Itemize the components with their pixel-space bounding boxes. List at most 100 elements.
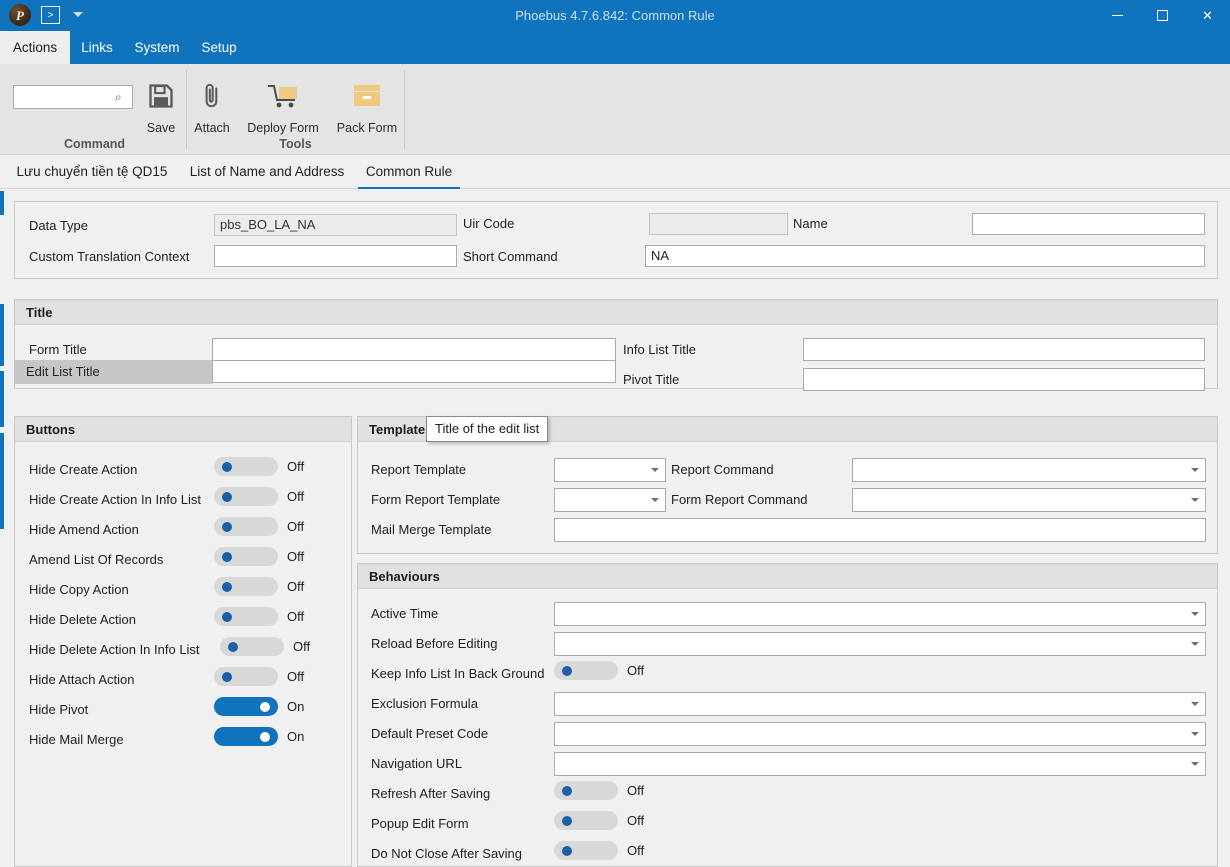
hide-amend-action-label: Hide Amend Action [29,522,139,537]
package-box-icon [329,74,405,118]
refresh-after-saving-state: Off [627,783,645,798]
exclusion-formula-combo[interactable] [554,692,1206,716]
form-report-command-combo[interactable] [852,488,1206,512]
title-bar: P > Phoebus 4.7.6.842: Common Rule ✕ [0,0,1230,31]
left-edge-strips [0,189,4,867]
uir-code-input[interactable] [649,213,788,235]
behaviours-panel-heading: Behaviours [358,564,1217,589]
toggle-knob [222,461,232,472]
hide-delete-action-in-info-list-toggle[interactable]: Off [220,637,310,656]
search-icon: ⌕ [115,90,122,104]
popup-edit-form-toggle[interactable]: Off [554,811,644,830]
hide-amend-action-state: Off [287,519,305,534]
pivot-title-input[interactable] [803,368,1205,391]
toggle-knob [222,581,232,592]
maximize-icon [1157,10,1168,21]
search-input[interactable]: ⌕ [13,85,133,109]
toggle-track [214,487,278,506]
behaviours-panel: Behaviours Active Time Reload Before Edi… [357,563,1218,867]
tab-setup[interactable]: Setup [190,31,248,64]
report-template-label: Report Template [371,462,467,477]
doc-tab-common-rule[interactable]: Common Rule [358,155,460,189]
hide-delete-action-in-info-list-label: Hide Delete Action In Info List [29,642,200,657]
form-title-label: Form Title [29,342,87,357]
mail-merge-template-input[interactable] [554,518,1206,542]
hide-create-action-in-info-list-label: Hide Create Action In Info List [29,492,201,507]
deploy-cart-icon [237,74,329,118]
toggle-track [214,727,278,746]
do-not-close-after-saving-label: Do Not Close After Saving [371,846,523,861]
deploy-form-label: Deploy Form [247,121,319,135]
toggle-knob [222,521,232,532]
toggle-track [554,781,618,800]
buttons-panel: Buttons Hide Create Action Off Hide Crea… [14,416,352,867]
hide-pivot-toggle[interactable]: On [214,697,304,716]
amend-list-of-records-toggle[interactable]: Off [214,547,304,566]
navigation-url-label: Navigation URL [371,756,463,771]
hide-delete-action-in-info-list-state: Off [293,639,311,654]
toggle-track [214,547,278,566]
keep-info-list-in-back-ground-toggle[interactable]: Off [554,661,644,680]
pivot-title-label: Pivot Title [623,372,680,387]
attach-button[interactable]: Attach [187,74,237,135]
hide-copy-action-toggle[interactable]: Off [214,577,304,596]
hide-copy-action-state: Off [287,579,305,594]
hide-delete-action-state: Off [287,609,305,624]
toggle-track [214,667,278,686]
tab-links[interactable]: Links [70,31,124,64]
save-button[interactable]: Save [136,74,186,135]
close-button[interactable]: ✕ [1185,0,1230,31]
form-report-command-label: Form Report Command [671,492,808,507]
hide-pivot-state: On [287,699,305,714]
form-report-template-label: Form Report Template [371,492,501,507]
edit-list-title-input[interactable] [212,360,616,383]
default-preset-code-combo[interactable] [554,722,1206,746]
maximize-button[interactable] [1140,0,1185,31]
navigation-url-combo[interactable] [554,752,1206,776]
info-list-title-input[interactable] [803,338,1205,361]
toggle-knob [260,731,270,742]
hide-create-action-toggle[interactable]: Off [214,457,304,476]
toggle-track [214,577,278,596]
report-template-combo[interactable] [554,458,666,482]
buttons-panel-heading: Buttons [15,417,351,442]
report-command-combo[interactable] [852,458,1206,482]
hide-amend-action-toggle[interactable]: Off [214,517,304,536]
hide-delete-action-label: Hide Delete Action [29,612,136,627]
do-not-close-after-saving-toggle[interactable]: Off [554,841,644,860]
hide-create-action-in-info-list-toggle[interactable]: Off [214,487,304,506]
attach-label: Attach [194,121,230,135]
toggle-knob [222,671,232,682]
ribbon-group-divider-2 [404,70,405,149]
deploy-form-button[interactable]: Deploy Form [237,74,329,135]
data-type-input[interactable]: pbs_BO_LA_NA [214,214,457,236]
reload-before-editing-combo[interactable] [554,632,1206,656]
doc-tab-luu-chuyen-tien-te-qd15[interactable]: Lưu chuyển tiền tệ QD15 [8,155,176,189]
active-time-combo[interactable] [554,602,1206,626]
refresh-after-saving-toggle[interactable]: Off [554,781,644,800]
hide-delete-action-toggle[interactable]: Off [214,607,304,626]
doc-tab-list-of-name-and-address[interactable]: List of Name and Address [180,155,354,189]
name-input[interactable] [972,213,1205,235]
form-report-template-combo[interactable] [554,488,666,512]
tab-system[interactable]: System [124,31,190,64]
minimize-button[interactable] [1095,0,1140,31]
form-title-input[interactable] [212,338,616,361]
tooltip: Title of the edit list [426,416,549,442]
hide-attach-action-toggle[interactable]: Off [214,667,304,686]
title-panel: Title Form Title Info List Title Edit Li… [14,299,1218,391]
save-icon [136,74,186,118]
hide-mail-merge-label: Hide Mail Merge [29,732,124,747]
ribbon-tab-bar: Actions Links System Setup ⌃ ? [0,31,1230,88]
hide-copy-action-label: Hide Copy Action [29,582,129,597]
short-command-input[interactable]: NA [645,245,1205,267]
save-label: Save [146,121,176,135]
toggle-track [554,811,618,830]
hide-mail-merge-toggle[interactable]: On [214,727,304,746]
pack-form-button[interactable]: Pack Form [329,74,405,135]
short-command-label: Short Command [463,249,558,264]
custom-translation-context-input[interactable] [214,245,457,267]
form-body: Data Type pbs_BO_LA_NA Uir Code Name Cus… [0,189,1230,867]
keep-info-list-in-back-ground-label: Keep Info List In Back Ground [371,666,545,681]
tab-actions[interactable]: Actions [0,31,70,64]
